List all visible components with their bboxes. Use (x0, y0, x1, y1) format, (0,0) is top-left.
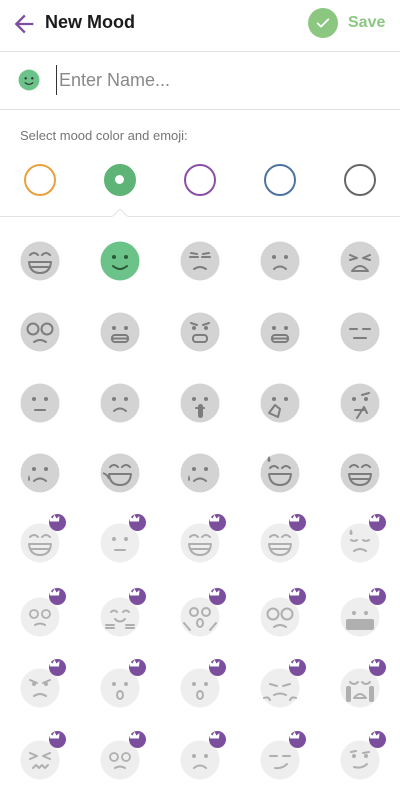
selection-pointer-icon (112, 209, 128, 217)
crown-icon (49, 659, 66, 676)
happy-icon[interactable] (260, 514, 306, 563)
angry-icon[interactable] (20, 659, 66, 708)
confused-icon[interactable] (180, 731, 226, 780)
blank-face-icon[interactable] (100, 514, 146, 563)
divider (0, 109, 400, 110)
grin-open-icon[interactable] (180, 514, 226, 563)
crown-icon (289, 514, 306, 531)
smug-icon[interactable] (340, 731, 386, 780)
tired-face-icon[interactable] (340, 241, 380, 281)
crown-icon (129, 731, 146, 748)
name-row (0, 52, 400, 109)
sad-tear-icon[interactable] (20, 453, 60, 493)
crown-icon (289, 659, 306, 676)
triumph-icon[interactable] (260, 659, 306, 708)
confounded-icon[interactable] (20, 731, 66, 780)
crown-icon (49, 514, 66, 531)
save-label: Save (348, 14, 386, 31)
crown-icon (289, 731, 306, 748)
crown-icon (209, 588, 226, 605)
section-label: Select mood color and emoji: (20, 128, 188, 143)
color-option-orange[interactable] (24, 164, 56, 196)
crown-icon (369, 588, 386, 605)
mood-name-input[interactable] (56, 65, 376, 95)
flushed-glasses-icon[interactable] (20, 312, 60, 352)
unamused-icon[interactable] (180, 241, 220, 281)
big-grin-icon[interactable] (20, 514, 66, 563)
cursing-icon[interactable] (340, 588, 386, 637)
arrow-left-icon (14, 14, 34, 34)
smile-icon[interactable] (18, 69, 40, 91)
grin-icon[interactable] (20, 241, 60, 281)
dizzy-icon[interactable] (20, 588, 66, 637)
crown-icon (49, 588, 66, 605)
crown-icon (289, 588, 306, 605)
fearful-icon[interactable] (180, 312, 220, 352)
crown-icon (209, 514, 226, 531)
laughing-icon[interactable] (340, 453, 380, 493)
disappointed-sweat-icon[interactable] (340, 514, 386, 563)
crying-icon[interactable] (180, 453, 220, 493)
color-option-gray[interactable] (344, 164, 376, 196)
crown-icon (369, 514, 386, 531)
page-title: New Mood (45, 12, 135, 32)
crown-icon (369, 731, 386, 748)
color-option-purple[interactable] (184, 164, 216, 196)
app-bar: New Mood Save (0, 0, 400, 48)
screaming-icon[interactable] (180, 588, 226, 637)
surprised-icon[interactable] (100, 659, 146, 708)
crown-icon (369, 659, 386, 676)
hugging-icon[interactable] (100, 588, 146, 637)
crown-icon (129, 659, 146, 676)
back-button[interactable] (10, 10, 38, 38)
shushing-icon[interactable] (180, 383, 220, 423)
glasses-surprised-icon[interactable] (260, 588, 306, 637)
color-option-green[interactable] (104, 164, 136, 196)
color-option-blue[interactable] (264, 164, 296, 196)
worried-icon[interactable] (260, 241, 300, 281)
crown-icon (129, 514, 146, 531)
expressionless-icon[interactable] (340, 312, 380, 352)
smirk-icon[interactable] (260, 731, 306, 780)
joy-icon[interactable] (100, 453, 140, 493)
divider (0, 216, 400, 217)
hand-over-mouth-icon[interactable] (260, 383, 300, 423)
astonished-icon[interactable] (180, 659, 226, 708)
crown-icon (129, 588, 146, 605)
grimacing-icon[interactable] (100, 312, 140, 352)
neutral-face-icon[interactable] (20, 383, 60, 423)
save-button[interactable]: Save (308, 7, 385, 39)
teeth-clenched-icon[interactable] (260, 312, 300, 352)
crown-icon (49, 731, 66, 748)
check-icon (308, 8, 338, 38)
crown-icon (209, 731, 226, 748)
slightly-frowning-icon[interactable] (100, 383, 140, 423)
crown-icon (209, 659, 226, 676)
smile-icon[interactable] (100, 241, 140, 281)
thinking-icon[interactable] (340, 383, 380, 423)
loudly-crying-icon[interactable] (340, 659, 386, 708)
dizzy-eyes-icon[interactable] (100, 731, 146, 780)
sweat-smile-icon[interactable] (260, 453, 300, 493)
